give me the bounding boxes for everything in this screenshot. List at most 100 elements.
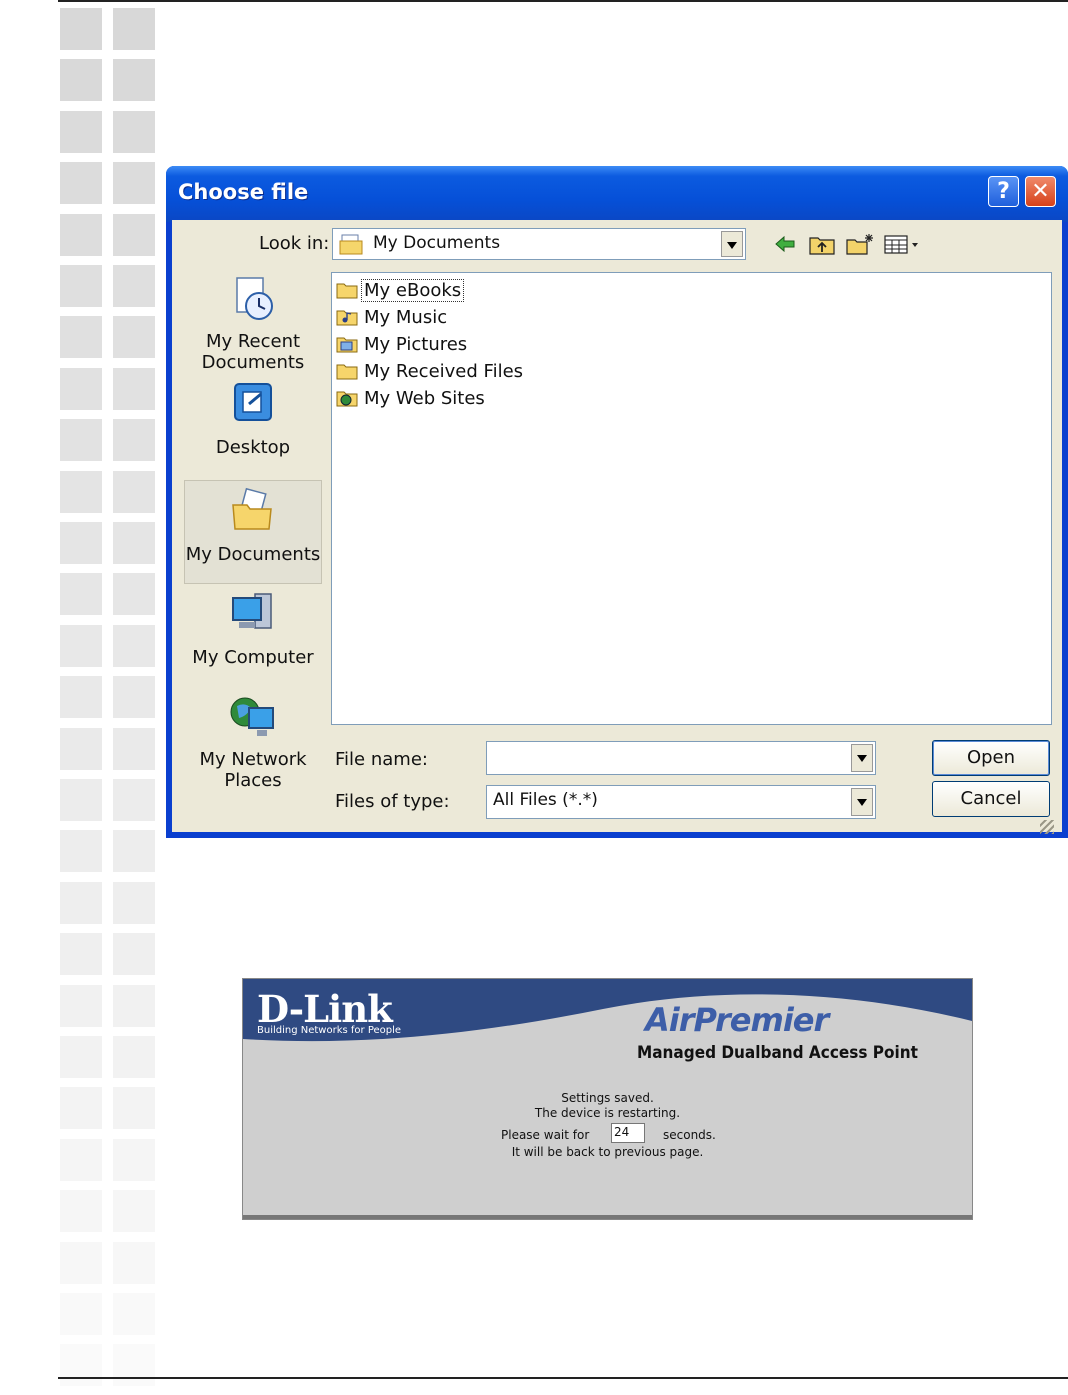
decorative-square bbox=[113, 470, 155, 513]
place-my-network-places[interactable]: My Network Places bbox=[184, 692, 322, 791]
decorative-square bbox=[60, 162, 102, 205]
close-icon: ✕ bbox=[1031, 179, 1050, 204]
return-notice-text: It will be back to previous page. bbox=[511, 1145, 704, 1159]
decorative-square bbox=[113, 522, 155, 564]
chevron-down-icon[interactable] bbox=[721, 231, 743, 257]
desktop-icon bbox=[234, 383, 272, 421]
decorative-square bbox=[60, 316, 102, 359]
decorative-square bbox=[60, 213, 102, 256]
resize-grip-icon[interactable] bbox=[1040, 820, 1054, 834]
decorative-square bbox=[113, 676, 155, 719]
decorative-square bbox=[113, 727, 155, 770]
decorative-square bbox=[113, 830, 155, 873]
decorative-square bbox=[60, 367, 102, 410]
open-button[interactable]: Open bbox=[932, 740, 1050, 776]
bottom-rule bbox=[58, 1377, 1068, 1379]
place-my-recent-documents[interactable]: My Recent Documents bbox=[184, 274, 322, 373]
wait-suffix-text: seconds. bbox=[663, 1128, 716, 1142]
decorative-square bbox=[113, 573, 155, 616]
decorative-square bbox=[113, 1241, 155, 1284]
look-in-value: My Documents bbox=[373, 233, 501, 253]
decorative-square bbox=[60, 8, 102, 50]
my-documents-icon bbox=[232, 487, 272, 530]
decorative-square bbox=[60, 419, 102, 462]
place-my-computer[interactable]: My Computer bbox=[184, 590, 322, 668]
web-folder-icon bbox=[336, 391, 358, 407]
decorative-square bbox=[60, 676, 102, 719]
decorative-square bbox=[113, 624, 155, 667]
decorative-square bbox=[60, 1241, 102, 1284]
decorative-square bbox=[113, 162, 155, 205]
decorative-square bbox=[113, 933, 155, 976]
file-type-label: Files of type: bbox=[335, 791, 450, 812]
place-label: Places bbox=[224, 770, 282, 791]
decorative-square bbox=[113, 779, 155, 821]
look-in-label: Look in: bbox=[259, 233, 330, 254]
place-my-documents[interactable]: My Documents bbox=[184, 480, 322, 584]
countdown-field: 24 bbox=[611, 1123, 645, 1143]
decorative-square bbox=[113, 1190, 155, 1233]
decorative-square bbox=[113, 881, 155, 924]
decorative-square bbox=[60, 933, 102, 976]
help-button[interactable]: ? bbox=[988, 176, 1019, 207]
decorative-square bbox=[113, 419, 155, 462]
decorative-square bbox=[113, 367, 155, 410]
help-icon: ? bbox=[997, 179, 1010, 204]
decorative-square bbox=[113, 213, 155, 256]
place-label: Desktop bbox=[215, 437, 291, 458]
up-folder-icon[interactable] bbox=[808, 232, 836, 256]
restarting-text: The device is restarting. bbox=[534, 1106, 681, 1120]
look-in-dropdown[interactable]: My Documents bbox=[332, 228, 746, 260]
decorative-square bbox=[60, 830, 102, 873]
decorative-square bbox=[113, 110, 155, 153]
file-type-select[interactable]: All Files (*.*) bbox=[486, 785, 876, 819]
place-label: Documents bbox=[201, 352, 305, 373]
product-subtitle: Managed Dualband Access Point bbox=[637, 1043, 918, 1063]
decorative-square bbox=[60, 59, 102, 102]
dialog-title: Choose file bbox=[178, 180, 309, 204]
decorative-square bbox=[60, 110, 102, 153]
folder-icon bbox=[336, 283, 358, 299]
wait-prefix-text: Please wait for bbox=[501, 1128, 590, 1142]
places-bar: My Recent Documents Desktop My Documents… bbox=[184, 268, 322, 796]
place-desktop[interactable]: Desktop bbox=[184, 380, 322, 458]
decorative-square bbox=[113, 316, 155, 359]
decorative-square bbox=[60, 984, 102, 1027]
decorative-square bbox=[60, 779, 102, 821]
network-places-icon bbox=[230, 697, 274, 736]
file-name: My Received Files bbox=[364, 361, 524, 382]
decorative-square bbox=[60, 624, 102, 667]
my-computer-icon bbox=[232, 593, 272, 629]
chevron-down-icon[interactable] bbox=[851, 788, 873, 816]
decorative-square bbox=[60, 1293, 102, 1335]
decorative-square bbox=[60, 727, 102, 770]
file-name: My eBooks bbox=[360, 279, 465, 302]
new-folder-icon[interactable] bbox=[845, 232, 875, 256]
top-rule bbox=[58, 0, 1068, 2]
decorative-square bbox=[60, 470, 102, 513]
decorative-square bbox=[113, 1036, 155, 1078]
decorative-square bbox=[113, 984, 155, 1027]
status-panel: D-Link Building Networks for People AirP… bbox=[242, 978, 973, 1220]
dialog-titlebar[interactable]: Choose file ? ✕ bbox=[166, 166, 1068, 222]
recent-documents-icon bbox=[236, 277, 273, 320]
decorative-square bbox=[60, 881, 102, 924]
folder-icon bbox=[336, 364, 358, 380]
file-name-input[interactable] bbox=[486, 741, 876, 775]
file-name: My Music bbox=[364, 307, 448, 328]
view-menu-icon[interactable] bbox=[883, 232, 923, 256]
file-list[interactable]: My eBooks My Music My Pictures My Receiv… bbox=[331, 272, 1052, 725]
close-button[interactable]: ✕ bbox=[1025, 176, 1056, 207]
decorative-square bbox=[60, 1138, 102, 1181]
decorative-square bbox=[60, 1087, 102, 1130]
music-folder-icon bbox=[336, 310, 358, 326]
decorative-square bbox=[60, 265, 102, 307]
chevron-down-icon[interactable] bbox=[851, 744, 873, 772]
file-name-label: File name: bbox=[335, 749, 428, 770]
file-name: My Pictures bbox=[364, 334, 468, 355]
file-type-value: All Files (*.*) bbox=[493, 790, 598, 810]
airpremier-brand: AirPremier bbox=[645, 1001, 829, 1039]
settings-saved-text: Settings saved. bbox=[561, 1091, 654, 1105]
cancel-button[interactable]: Cancel bbox=[932, 781, 1050, 817]
back-arrow-icon[interactable] bbox=[772, 232, 798, 256]
